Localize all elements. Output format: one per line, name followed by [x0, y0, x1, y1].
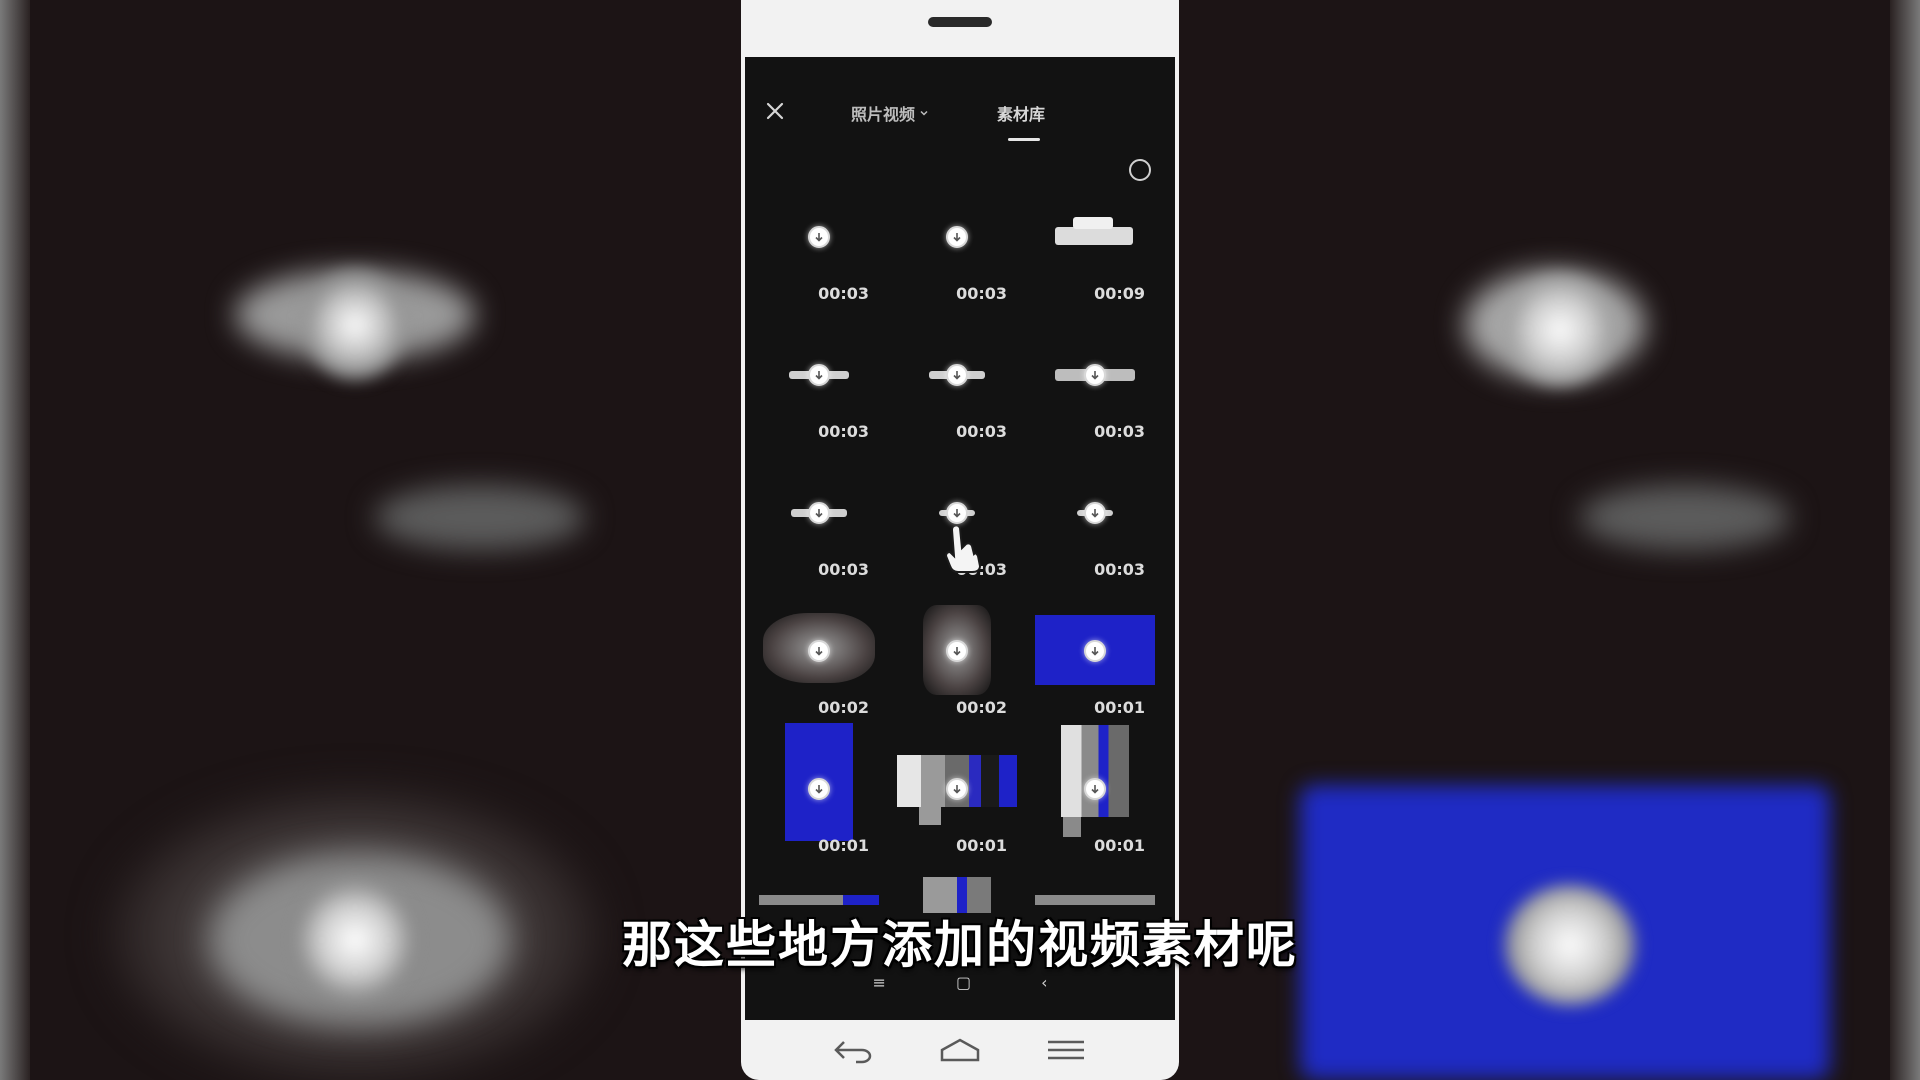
grid-item[interactable]: 00:03: [1035, 463, 1155, 583]
download-icon[interactable]: [1084, 640, 1106, 662]
download-icon[interactable]: [946, 226, 968, 248]
close-icon: [766, 102, 784, 120]
background-blob: [305, 270, 405, 380]
background-blob: [1505, 275, 1615, 385]
thumbnail-shape: [1063, 817, 1081, 837]
background-blob: [375, 485, 585, 550]
grid-item[interactable]: 00:02: [759, 601, 879, 721]
grid-item[interactable]: 00:03: [759, 187, 879, 307]
item-duration: 00:03: [818, 560, 869, 579]
grid-item[interactable]: 00:03: [897, 325, 1017, 445]
chevron-down-icon: [920, 110, 928, 116]
item-thumbnail: [759, 187, 879, 287]
item-thumbnail: [759, 325, 879, 425]
item-thumbnail: [897, 739, 1017, 839]
item-duration: 00:02: [956, 698, 1007, 717]
tab-library[interactable]: 素材库: [997, 101, 1045, 125]
item-duration: 00:03: [1094, 422, 1145, 441]
item-thumbnail: [759, 895, 879, 905]
download-icon[interactable]: [808, 640, 830, 662]
item-thumbnail: [759, 723, 879, 841]
item-duration: 00:01: [818, 836, 869, 855]
item-thumbnail: [1035, 187, 1155, 287]
item-thumbnail: [1035, 601, 1155, 701]
grid-item[interactable]: 00:01: [759, 723, 879, 859]
item-duration: 00:03: [818, 284, 869, 303]
tab-library-label: 素材库: [997, 105, 1046, 124]
download-icon[interactable]: [808, 364, 830, 386]
thumbnail-shape: [1055, 227, 1133, 245]
grid-item[interactable]: 00:09: [1035, 187, 1155, 307]
item-duration: 00:01: [956, 836, 1007, 855]
grid-item[interactable]: 00:03: [759, 325, 879, 445]
subtitle-caption: 那这些地方添加的视频素材呢: [622, 916, 1298, 974]
hardware-nav-bar: [741, 1020, 1179, 1080]
hand-pointer-icon: [944, 524, 982, 573]
download-icon[interactable]: [808, 778, 830, 800]
item-duration: 00:03: [818, 422, 869, 441]
item-thumbnail: [897, 187, 1017, 287]
item-duration: 00:03: [956, 284, 1007, 303]
item-thumbnail: [897, 601, 1017, 701]
item-thumbnail: [1035, 895, 1155, 905]
grid-item[interactable]: 00:03: [897, 187, 1017, 307]
download-icon[interactable]: [1084, 364, 1106, 386]
phone-speaker: [928, 17, 992, 27]
thumbnail-shape: [1061, 725, 1129, 817]
thumbnail-shape: [1073, 217, 1113, 229]
item-thumbnail: [1035, 725, 1155, 839]
menu-icon[interactable]: [1042, 1030, 1090, 1070]
grid-item[interactable]: 00:03: [759, 463, 879, 583]
tab-photo-video-label: 照片视频: [851, 105, 916, 124]
home-icon[interactable]: [936, 1030, 984, 1070]
download-icon[interactable]: [946, 502, 968, 524]
item-duration: 00:09: [1094, 284, 1145, 303]
grid-item[interactable]: 00:01: [1035, 601, 1155, 721]
thumbnail-shape: [919, 807, 941, 825]
download-icon[interactable]: [808, 226, 830, 248]
download-icon[interactable]: [1084, 778, 1106, 800]
item-duration: 00:01: [1094, 836, 1145, 855]
download-icon[interactable]: [946, 778, 968, 800]
grid-item[interactable]: 00:01: [1035, 725, 1155, 859]
item-thumbnail: [897, 325, 1017, 425]
download-icon[interactable]: [1084, 502, 1106, 524]
background-blob: [1580, 485, 1790, 550]
item-thumbnail: [1035, 463, 1155, 563]
item-thumbnail: [759, 463, 879, 563]
back-icon[interactable]: [830, 1030, 878, 1070]
close-button[interactable]: [763, 99, 787, 123]
item-duration: 00:03: [956, 422, 1007, 441]
grid-item[interactable]: 00:01: [897, 739, 1017, 859]
item-thumbnail: [759, 601, 879, 701]
download-icon[interactable]: [808, 502, 830, 524]
download-icon[interactable]: [946, 640, 968, 662]
item-thumbnail: [1035, 325, 1155, 425]
download-icon[interactable]: [946, 364, 968, 386]
grid-item[interactable]: 00:03: [1035, 325, 1155, 445]
grid-item[interactable]: 00:02: [897, 601, 1017, 721]
active-tab-indicator: [1008, 138, 1040, 141]
item-duration: 00:01: [1094, 698, 1145, 717]
tab-photo-video[interactable]: 照片视频: [851, 101, 929, 125]
select-circle-icon[interactable]: [1129, 159, 1151, 181]
item-duration: 00:03: [1094, 560, 1145, 579]
item-duration: 00:02: [818, 698, 869, 717]
